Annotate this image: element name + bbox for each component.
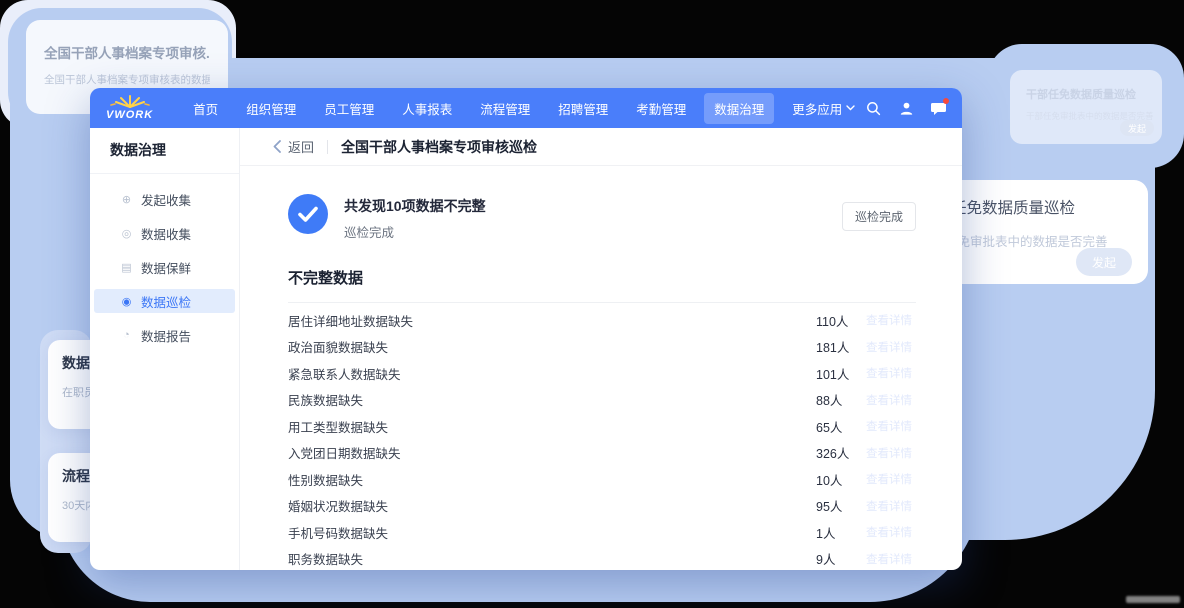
- brand-text: VWORK: [106, 109, 153, 121]
- sidebar-item-data-inspection[interactable]: ◉ 数据巡检: [94, 289, 235, 313]
- table-row: 用工类型数据缺失 65人 查看详情: [288, 413, 916, 440]
- nav-item-more-apps[interactable]: 更多应用: [782, 93, 865, 124]
- nav-item-attendance[interactable]: 考勤管理: [626, 93, 696, 124]
- section-divider: [288, 302, 916, 303]
- top-nav: VWORK 首页 组织管理 员工管理 人事报表 流程管理 招聘管理 考勤管理 数…: [90, 88, 962, 128]
- chevron-left-icon: [273, 140, 281, 153]
- card-title: 干部任免数据质量巡检: [1026, 86, 1148, 102]
- nav-right-icons: [865, 95, 962, 121]
- inspection-status-badge[interactable]: 巡检完成: [842, 202, 916, 231]
- inspection-card-appointment-quality-faded[interactable]: 干部任免数据质量巡检 干部任免审批表中的数据是否完善 发起: [1010, 70, 1162, 144]
- archive-icon: ▤: [120, 261, 133, 274]
- vwork-logo[interactable]: VWORK: [106, 95, 153, 121]
- view-details-link[interactable]: 查看详情: [866, 312, 916, 328]
- app-window: VWORK 首页 组织管理 员工管理 人事报表 流程管理 招聘管理 考勤管理 数…: [90, 88, 962, 570]
- nav-item-recruit[interactable]: 招聘管理: [548, 93, 618, 124]
- sidebar-divider: [90, 173, 239, 174]
- nav-item-home[interactable]: 首页: [183, 93, 228, 124]
- logo-burst-icon: [108, 95, 152, 108]
- back-label: 返回: [288, 137, 314, 156]
- sidebar: 数据治理 ⊕ 发起收集 ◎ 数据收集 ▤ 数据保鲜: [90, 128, 240, 570]
- sidebar-menu: ⊕ 发起收集 ◎ 数据收集 ▤ 数据保鲜 ◉ 数据巡检: [90, 187, 239, 347]
- nav-item-hr-report[interactable]: 人事报表: [392, 93, 462, 124]
- table-row: 紧急联系人数据缺失 101人 查看详情: [288, 360, 916, 387]
- user-icon[interactable]: [898, 100, 914, 116]
- view-details-link[interactable]: 查看详情: [866, 551, 916, 567]
- view-details-link[interactable]: 查看详情: [866, 339, 916, 355]
- nav-item-employee[interactable]: 员工管理: [314, 93, 384, 124]
- stage: 全国干部人事档案专项审核... 全国干部人事档案专项审核表的数据是否完善 干部任…: [0, 0, 1184, 608]
- watermark: [1126, 596, 1180, 603]
- sidebar-item-data-freshness[interactable]: ▤ 数据保鲜: [94, 255, 235, 279]
- content-column: 返回 全国干部人事档案专项审核巡检 共发现10项数据不完整: [240, 128, 962, 570]
- breadcrumb-divider: [327, 140, 328, 154]
- initiate-button[interactable]: 发起: [1120, 120, 1154, 136]
- view-details-link[interactable]: 查看详情: [866, 365, 916, 381]
- table-row: 婚姻状况数据缺失 95人 查看详情: [288, 493, 916, 520]
- view-details-link[interactable]: 查看详情: [866, 418, 916, 434]
- table-row: 性别数据缺失 10人 查看详情: [288, 466, 916, 493]
- summary-status-line: 巡检完成: [344, 222, 486, 241]
- breadcrumb: 返回 全国干部人事档案专项审核巡检: [240, 128, 962, 166]
- notification-dot: [943, 98, 949, 104]
- summary-text: 共发现10项数据不完整 巡检完成: [344, 194, 486, 241]
- initiate-button[interactable]: 发起: [1076, 248, 1132, 276]
- window-body: 数据治理 ⊕ 发起收集 ◎ 数据收集 ▤ 数据保鲜: [90, 128, 962, 570]
- view-details-link[interactable]: 查看详情: [866, 524, 916, 540]
- message-icon[interactable]: [931, 100, 947, 116]
- sidebar-item-initiate-collection[interactable]: ⊕ 发起收集: [94, 187, 235, 211]
- inspection-summary: 共发现10项数据不完整 巡检完成 巡检完成: [288, 194, 916, 241]
- check-circle-icon: [288, 194, 328, 234]
- view-details-link[interactable]: 查看详情: [866, 392, 916, 408]
- table-row: 入党团日期数据缺失 326人 查看详情: [288, 440, 916, 467]
- sidebar-title: 数据治理: [110, 140, 239, 160]
- chevron-down-icon: [846, 105, 855, 111]
- table-row: 民族数据缺失 88人 查看详情: [288, 387, 916, 414]
- nav-item-process[interactable]: 流程管理: [470, 93, 540, 124]
- nav-menu: 首页 组织管理 员工管理 人事报表 流程管理 招聘管理 考勤管理 数据治理 更多…: [183, 93, 865, 124]
- nav-item-data-governance[interactable]: 数据治理: [704, 93, 774, 124]
- back-button[interactable]: 返回: [273, 137, 314, 156]
- incomplete-data-section-title: 不完整数据: [288, 267, 916, 288]
- search-icon[interactable]: [865, 100, 881, 116]
- page-title: 全国干部人事档案专项审核巡检: [341, 137, 537, 157]
- card-subtitle: 全国干部人事档案专项审核表的数据是否完善: [44, 72, 210, 87]
- collection-icon: ◎: [120, 227, 133, 240]
- report-clock-icon: ◔: [120, 329, 133, 341]
- more-apps-label: 更多应用: [792, 99, 842, 118]
- table-row: 职务数据缺失 9人 查看详情: [288, 546, 916, 571]
- inspection-icon: ◉: [120, 295, 133, 308]
- plus-circle-icon: ⊕: [120, 193, 133, 206]
- view-details-link[interactable]: 查看详情: [866, 445, 916, 461]
- main-content: 共发现10项数据不完整 巡检完成 巡检完成 不完整数据 居住详细地址数据缺失 1…: [240, 166, 962, 570]
- table-row: 手机号码数据缺失 1人 查看详情: [288, 519, 916, 546]
- summary-headline: 共发现10项数据不完整: [344, 196, 486, 216]
- view-details-link[interactable]: 查看详情: [866, 498, 916, 514]
- nav-item-org[interactable]: 组织管理: [236, 93, 306, 124]
- table-row: 政治面貌数据缺失 181人 查看详情: [288, 334, 916, 361]
- card-title: 全国干部人事档案专项审核...: [44, 42, 210, 62]
- sidebar-item-data-report[interactable]: ◔ 数据报告: [94, 323, 235, 347]
- table-row: 居住详细地址数据缺失 110人 查看详情: [288, 307, 916, 334]
- incomplete-data-table: 居住详细地址数据缺失 110人 查看详情 政治面貌数据缺失 181人 查看详情 …: [288, 307, 916, 570]
- sidebar-item-data-collection[interactable]: ◎ 数据收集: [94, 221, 235, 245]
- view-details-link[interactable]: 查看详情: [866, 471, 916, 487]
